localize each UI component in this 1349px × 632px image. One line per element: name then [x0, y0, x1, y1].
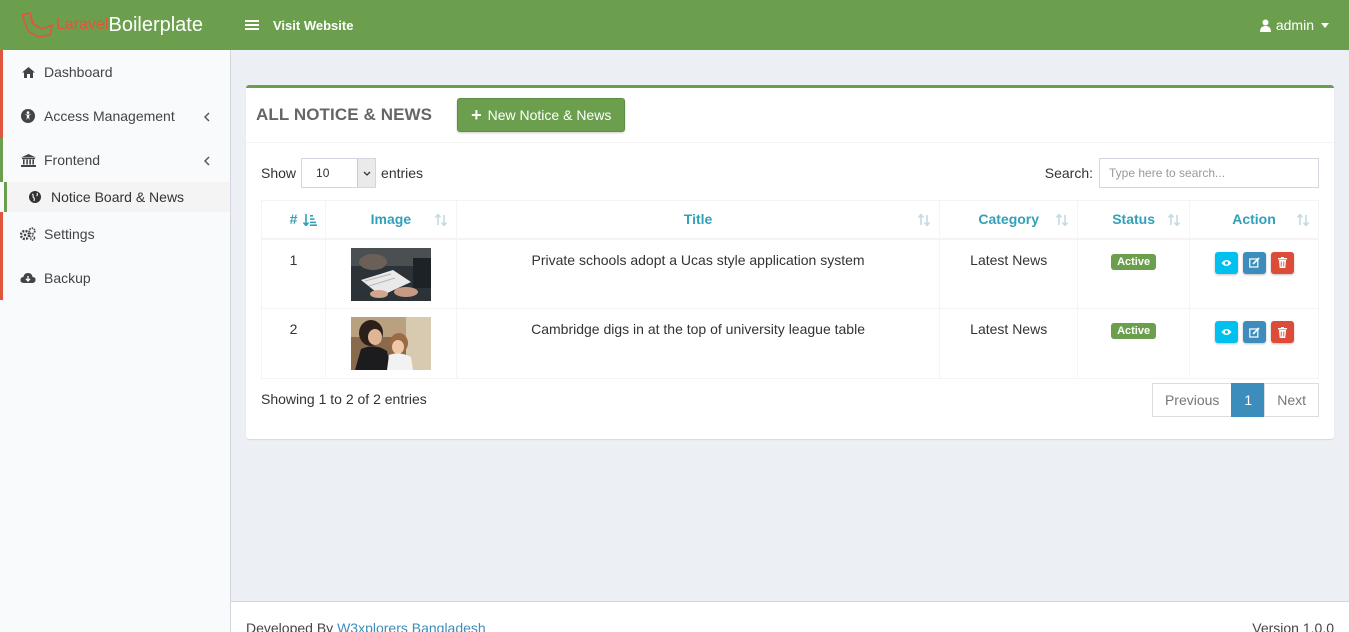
box-header: ALL NOTICE & NEWS + New Notice & News	[246, 88, 1334, 143]
view-button[interactable]	[1214, 321, 1238, 343]
delete-button[interactable]	[1270, 321, 1294, 343]
table-header-row: # Image Title Category Status Action	[261, 200, 1319, 240]
sidebar-item-label: Backup	[44, 270, 91, 286]
version-label: Version 1.0.0	[1252, 620, 1334, 632]
eye-icon	[1221, 259, 1232, 266]
sidebar: Dashboard Access Management Frontend Not…	[0, 50, 231, 632]
view-button[interactable]	[1214, 251, 1238, 274]
trash-icon	[1277, 326, 1287, 338]
previous-page-button[interactable]: Previous	[1151, 383, 1233, 417]
page-1-button[interactable]: 1	[1231, 383, 1266, 417]
notice-news-table: # Image Title Category Status Action 1 P…	[261, 200, 1319, 379]
edit-icon	[1248, 326, 1260, 338]
brand-name-part1: Laravel	[56, 16, 109, 33]
column-header-category[interactable]: Category	[939, 200, 1079, 240]
row-actions	[1190, 251, 1318, 274]
top-navbar: Laravel Boilerplate Visit Website admin	[0, 0, 1349, 50]
table-row: 1 Private schools adopt a Ucas style app…	[261, 238, 1319, 309]
column-header-status[interactable]: Status	[1077, 200, 1191, 240]
chevron-left-icon	[203, 153, 210, 169]
sidebar-item-label: Notice Board & News	[51, 189, 185, 205]
row-category: Latest News	[939, 238, 1079, 309]
sort-icon	[1167, 213, 1181, 229]
table-info: Showing 1 to 2 of 2 entries	[261, 391, 427, 407]
column-header-number[interactable]: #	[261, 200, 326, 240]
sidebar-item-label: Access Management	[44, 108, 175, 124]
bank-icon	[20, 153, 36, 167]
column-header-image[interactable]: Image	[324, 200, 457, 240]
sidebar-item-notice-board-news[interactable]: Notice Board & News	[4, 182, 230, 212]
universal-access-icon	[20, 109, 36, 123]
news-thumbnail-image[interactable]	[350, 247, 431, 301]
laravel-logo-icon	[20, 12, 54, 38]
brand-name-part2: Boilerplate	[108, 13, 203, 36]
entries-label: entries	[381, 165, 424, 181]
entries-select[interactable]: 10	[301, 158, 377, 188]
row-title: Private schools adopt a Ucas style appli…	[455, 238, 941, 309]
sidebar-item-frontend[interactable]: Frontend	[0, 138, 230, 182]
company-link[interactable]: W3xplorers Bangladesh	[337, 620, 486, 632]
footer: Developed By W3xplorers Bangladesh Versi…	[231, 601, 1349, 632]
new-notice-news-label: New Notice & News	[487, 107, 612, 123]
footer-credit: Developed By W3xplorers Bangladesh	[246, 620, 486, 632]
column-header-title[interactable]: Title	[455, 200, 941, 240]
gears-icon	[20, 227, 36, 241]
pagination: Previous 1 Next	[1151, 383, 1319, 417]
notice-news-box: ALL NOTICE & NEWS + New Notice & News Sh…	[246, 85, 1334, 439]
page-title: ALL NOTICE & NEWS	[256, 105, 433, 124]
sort-icon	[917, 213, 931, 229]
next-page-button[interactable]: Next	[1264, 383, 1319, 417]
globe-icon	[27, 191, 43, 203]
column-header-action[interactable]: Action	[1189, 200, 1319, 240]
edit-button[interactable]	[1242, 251, 1266, 274]
sort-ascending-icon	[302, 213, 317, 229]
sidebar-item-label: Frontend	[44, 152, 101, 168]
sort-icon	[1296, 213, 1310, 229]
table-row: 2 Cambridge digs in at the top of univer…	[261, 308, 1319, 379]
sidebar-item-backup[interactable]: Backup	[0, 256, 230, 300]
sidebar-toggle-icon[interactable]	[245, 20, 259, 30]
plus-icon: +	[471, 104, 482, 125]
sidebar-item-label: Settings	[44, 226, 95, 242]
chevron-down-icon	[357, 159, 376, 187]
chevron-left-icon	[203, 109, 210, 125]
row-title: Cambridge digs in at the top of universi…	[455, 308, 941, 379]
sidebar-item-label: Dashboard	[44, 64, 113, 80]
news-thumbnail-image[interactable]	[350, 317, 431, 370]
home-icon	[20, 66, 36, 78]
trash-icon	[1277, 257, 1287, 268]
caret-down-icon	[1321, 22, 1329, 28]
brand-logo[interactable]: Laravel Boilerplate	[0, 0, 230, 50]
search-input[interactable]: Type here to search...	[1099, 158, 1319, 188]
user-icon	[1259, 19, 1271, 32]
row-category: Latest News	[939, 308, 1079, 379]
sidebar-item-dashboard[interactable]: Dashboard	[0, 50, 230, 94]
delete-button[interactable]	[1270, 251, 1294, 274]
eye-icon	[1221, 329, 1232, 335]
user-name: admin	[1275, 17, 1314, 33]
sidebar-item-access-management[interactable]: Access Management	[0, 94, 230, 138]
sort-icon	[1055, 213, 1069, 229]
new-notice-news-button[interactable]: + New Notice & News	[457, 98, 626, 132]
edit-button[interactable]	[1242, 321, 1266, 343]
row-actions	[1190, 321, 1318, 343]
user-menu[interactable]: admin	[1259, 0, 1329, 50]
search-area: Search: Type here to search...	[1045, 158, 1319, 188]
table-controls: Show 10 entries Search: Type here to sea…	[261, 158, 1319, 188]
row-number: 1	[261, 238, 326, 309]
visit-website-link[interactable]: Visit Website	[273, 18, 353, 33]
status-badge: Active	[1111, 323, 1157, 339]
sidebar-item-settings[interactable]: Settings	[0, 212, 230, 256]
show-label: Show	[261, 165, 297, 181]
cloud-download-icon	[20, 272, 36, 284]
search-label: Search:	[1044, 165, 1093, 181]
status-badge: Active	[1111, 253, 1157, 270]
row-number: 2	[261, 308, 326, 379]
entries-select-value: 10	[316, 166, 330, 180]
sort-icon	[434, 213, 448, 229]
edit-icon	[1248, 257, 1260, 268]
